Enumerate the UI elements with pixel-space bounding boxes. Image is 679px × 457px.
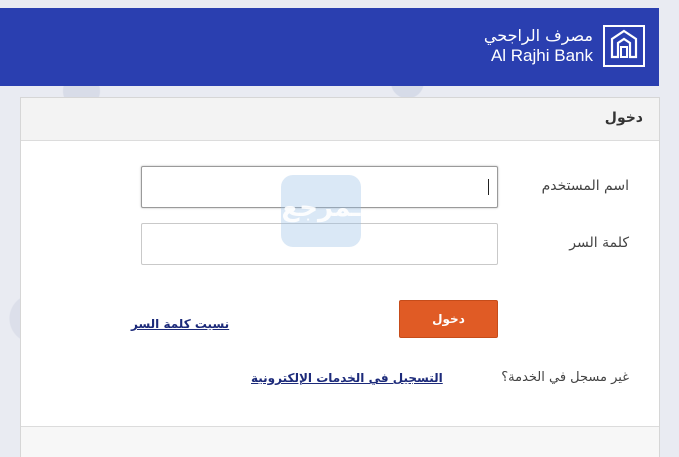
logo-arabic-text: مصرف الراجحي xyxy=(483,26,593,45)
login-panel-header: دخول xyxy=(21,98,659,141)
logo-english-text: Al Rajhi Bank xyxy=(490,46,593,65)
not-registered-text: غير مسجل في الخدمة؟ xyxy=(501,370,629,385)
login-panel: دخول اسم المستخدم كلمة السر ـمرجع دخول ن… xyxy=(20,97,660,457)
al-rajhi-logo-icon xyxy=(603,25,645,67)
bank-header: مصرف الراجحي Al Rajhi Bank xyxy=(0,8,659,86)
username-label: اسم المستخدم xyxy=(541,178,629,194)
login-button[interactable]: دخول xyxy=(399,300,498,338)
register-link[interactable]: التسجيل في الخدمات الإلكترونية xyxy=(251,371,443,385)
forgot-password-link[interactable]: نسيت كلمة السر xyxy=(131,317,229,331)
panel-footer xyxy=(21,426,659,457)
login-panel-title: دخول xyxy=(604,110,643,126)
bank-logo: مصرف الراجحي Al Rajhi Bank xyxy=(484,20,645,72)
password-label: كلمة السر xyxy=(569,235,629,251)
text-caret xyxy=(488,179,489,195)
watermark-logo: ـمرجع xyxy=(281,175,361,247)
